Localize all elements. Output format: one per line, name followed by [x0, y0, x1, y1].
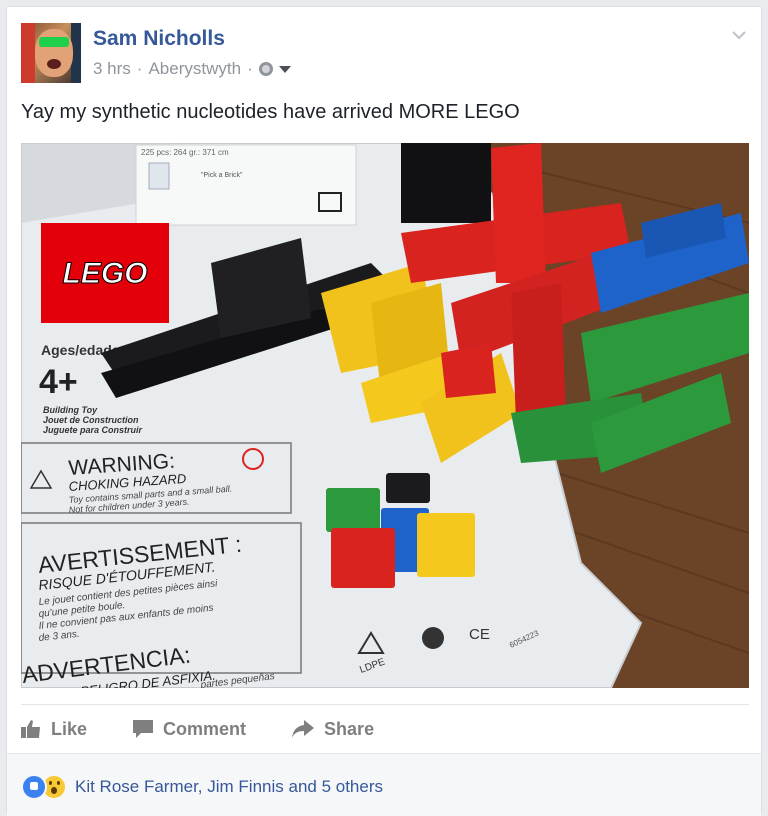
age-value: 4+ — [39, 363, 78, 401]
audience-dropdown-icon[interactable] — [278, 65, 291, 73]
chevron-down-icon[interactable] — [731, 27, 747, 43]
pick-a-brick-text: "Pick a Brick" — [201, 172, 243, 179]
like-button[interactable]: Like — [21, 719, 87, 740]
divider-top — [21, 704, 749, 705]
post-meta: 3 hrs · Aberystwyth · — [93, 59, 291, 79]
like-label: Like — [51, 718, 88, 739]
post-text: Yay my synthetic nucleotides have arrive… — [21, 101, 520, 123]
svg-text:LEGO: LEGO — [62, 257, 147, 290]
reactions-bar: Kit Rose Farmer, Jim Finnis and 5 others — [7, 753, 761, 816]
post-photo[interactable]: 225 pcs: 264 gr.: 371 cm "Pick a Brick" … — [21, 143, 749, 688]
lego-photo-illustration: 225 pcs: 264 gr.: 371 cm "Pick a Brick" … — [21, 143, 749, 688]
share-button[interactable]: Share — [292, 719, 374, 740]
reactions-summary[interactable]: Kit Rose Farmer, Jim Finnis and 5 others — [21, 774, 383, 800]
share-label: Share — [324, 718, 375, 739]
comment-label: Comment — [163, 718, 247, 739]
post-actions: Like Comment Share — [21, 713, 374, 745]
like-reaction-icon — [21, 774, 47, 800]
jouet-text: Jouet de Construction — [43, 415, 139, 425]
ce-mark: CE — [469, 626, 490, 643]
reactions-text: Kit Rose Farmer, Jim Finnis and 5 others — [75, 777, 384, 796]
post-location[interactable]: Aberystwyth — [148, 59, 241, 79]
thumbs-up-icon — [21, 720, 40, 738]
post-card: Sam Nicholls 3 hrs · Aberystwyth · Yay m… — [6, 6, 762, 816]
comment-button[interactable]: Comment — [133, 719, 246, 740]
author-avatar[interactable] — [21, 23, 81, 83]
lego-logo: LEGO — [41, 223, 169, 323]
globe-icon — [258, 62, 273, 76]
juguete-text: Juguete para Construir — [43, 425, 143, 435]
share-arrow-icon — [292, 720, 315, 738]
comment-icon — [133, 720, 154, 738]
building-toy-text: Building Toy — [43, 405, 98, 415]
bag-label-text: 225 pcs: 264 gr.: 371 cm — [141, 148, 229, 157]
post-time[interactable]: 3 hrs — [93, 59, 131, 79]
author-name[interactable]: Sam Nicholls — [93, 27, 225, 51]
